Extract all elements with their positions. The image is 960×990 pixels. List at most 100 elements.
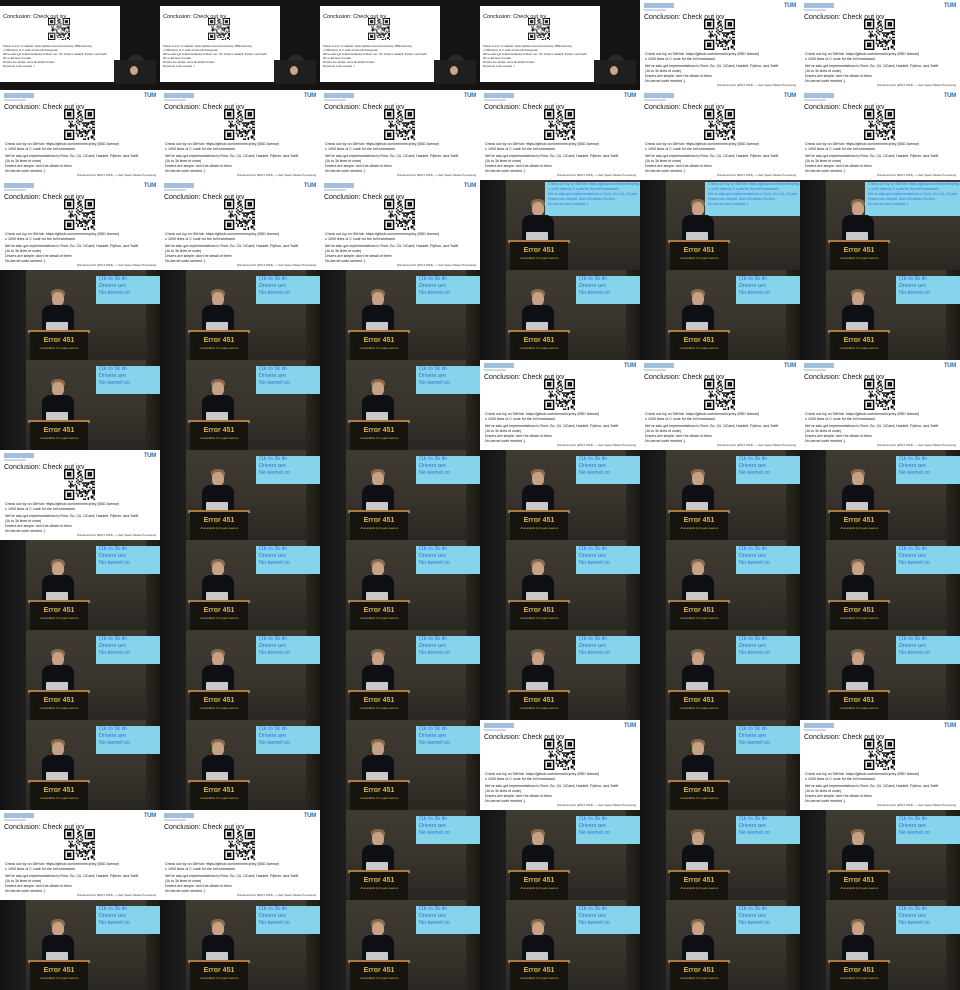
projection-screen: (1k to 3k lin Drivers are No kernel co bbox=[416, 726, 480, 754]
speaker-head bbox=[532, 292, 544, 306]
projection-screen: (1k to 3k lin Drivers are No kernel co bbox=[416, 906, 480, 934]
projection-screen: Check out ixy on GitHub: https://github.… bbox=[705, 182, 800, 216]
stage-frame: (1k to 3k lin Drivers are No kernel co E… bbox=[640, 810, 800, 900]
screen-line: (1k to 3k lin bbox=[579, 546, 608, 552]
screen-line: Drivers are bbox=[739, 733, 766, 739]
screen-line: No kernel co bbox=[99, 740, 130, 746]
slide-bullets: Check out ixy on GitHub: https://github.… bbox=[165, 232, 317, 264]
slide-inset: Conclusion: Check out ixy Check out ixy … bbox=[160, 6, 280, 82]
screen-line: (1k to 3k lin bbox=[899, 276, 928, 282]
tum-logo: TUM bbox=[943, 363, 956, 369]
screen-line: (1k to 3k lin bbox=[579, 456, 608, 462]
screen-line: No kernel co bbox=[419, 740, 450, 746]
speaker-head bbox=[532, 652, 544, 666]
screen-line: No kernel code needed :) bbox=[868, 202, 909, 206]
screen-line: (1k to 3k lin bbox=[419, 276, 448, 282]
screen-line: (1k to 3k lin bbox=[579, 636, 608, 642]
screen-line: No kernel co bbox=[259, 650, 290, 656]
podium-label: Error 451 bbox=[203, 967, 235, 974]
curtain bbox=[320, 720, 346, 810]
speaker-head bbox=[212, 742, 224, 756]
podium-sublabel: Unavailable for legal reasons bbox=[679, 796, 719, 800]
podium-sublabel: Unavailable for legal reasons bbox=[359, 886, 399, 890]
projection-screen: (1k to 3k lin Drivers are No kernel co bbox=[416, 456, 480, 484]
stage-frame: (1k to 3k lin Drivers are No kernel co E… bbox=[160, 900, 320, 990]
slide-frame: TUM Conclusion: Check out ixy Check out … bbox=[320, 90, 480, 180]
screen-line: (1k to 3k lin bbox=[419, 816, 448, 822]
curtain bbox=[480, 180, 506, 270]
screen-line: No kernel co bbox=[419, 650, 450, 656]
projection-screen: (1k to 3k lin Drivers are No kernel co bbox=[736, 276, 800, 304]
speaker-head bbox=[532, 472, 544, 486]
qr-code bbox=[864, 739, 895, 770]
podium-sublabel: Unavailable for legal reasons bbox=[199, 616, 239, 620]
university-logo bbox=[164, 93, 194, 101]
podium-label: Error 451 bbox=[683, 517, 715, 524]
screen-line: Drivers are bbox=[259, 643, 286, 649]
podium-label: Error 451 bbox=[363, 517, 395, 524]
university-logo bbox=[4, 453, 34, 461]
speaker-head bbox=[852, 652, 864, 666]
screen-line: (1k to 3k lin bbox=[739, 726, 768, 732]
stage-frame: (1k to 3k lin Drivers are No kernel co E… bbox=[800, 450, 960, 540]
podium-sublabel: Unavailable for legal reasons bbox=[679, 886, 719, 890]
inset-line: No kernel code needed :) bbox=[323, 64, 355, 68]
slide-footer: Paul Emmerich (ESCT 2018) — User Space P… bbox=[237, 263, 316, 267]
podium-sublabel: Unavailable for legal reasons bbox=[359, 706, 399, 710]
projection-screen: (1k to 3k lin Drivers are No kernel co bbox=[576, 456, 640, 484]
screen-line: (1k to 3k lin bbox=[419, 636, 448, 642]
podium-label: Error 451 bbox=[43, 967, 75, 974]
speaker-head bbox=[372, 382, 384, 396]
screen-line: (1k to 3k lin bbox=[739, 906, 768, 912]
screen-line: Drivers are bbox=[259, 733, 286, 739]
inset-lines: Check out ixy on GitHub: https://github.… bbox=[163, 44, 275, 68]
speaker-head bbox=[372, 292, 384, 306]
podium-label: Error 451 bbox=[43, 337, 75, 344]
podium-label: Error 451 bbox=[203, 607, 235, 614]
speaker-head bbox=[372, 472, 384, 486]
screen-line: Drivers are bbox=[899, 913, 926, 919]
inset-line: No kernel code needed :) bbox=[483, 64, 515, 68]
stage-frame-wide: Check out ixy on GitHub: https://github.… bbox=[480, 180, 640, 270]
podium-sublabel: Unavailable for legal reasons bbox=[359, 796, 399, 800]
stage-frame: (1k to 3k lin Drivers are No kernel co E… bbox=[640, 720, 800, 810]
slide-footer: Paul Emmerich (ESCT 2018) — User Space P… bbox=[557, 173, 636, 177]
projection-screen: (1k to 3k lin Drivers are No kernel co bbox=[96, 276, 160, 304]
stage-frame: (1k to 3k lin Drivers are No kernel co E… bbox=[0, 630, 160, 720]
projection-screen: (1k to 3k lin Drivers are No kernel co bbox=[896, 456, 960, 484]
screen-line: No kernel co bbox=[579, 470, 610, 476]
screen-line: (1k to 3k lin bbox=[99, 366, 128, 372]
university-logo bbox=[804, 93, 834, 101]
screen-line: No kernel code needed :) bbox=[548, 202, 589, 206]
screen-line: No kernel co bbox=[579, 830, 610, 836]
slide-bullets: Check out ixy on GitHub: https://github.… bbox=[805, 412, 957, 444]
screen-line: Drivers are bbox=[259, 553, 286, 559]
slide-frame: TUM Conclusion: Check out ixy Check out … bbox=[800, 720, 960, 810]
stage-frame: (1k to 3k lin Drivers are No kernel co E… bbox=[0, 720, 160, 810]
qr-code bbox=[224, 199, 255, 230]
screen-line: Drivers are bbox=[99, 283, 126, 289]
university-logo bbox=[4, 183, 34, 191]
podium-sublabel: Unavailable for legal reasons bbox=[679, 256, 719, 260]
projection-screen: Check out ixy on GitHub: https://github.… bbox=[865, 182, 960, 216]
slide-footer: Paul Emmerich (ESCT 2018) — User Space P… bbox=[77, 173, 156, 177]
screen-line: No kernel co bbox=[99, 290, 130, 296]
stage-frame: (1k to 3k lin Drivers are No kernel co E… bbox=[160, 540, 320, 630]
screen-line: (1k to 3k lin bbox=[259, 906, 288, 912]
podium-label: Error 451 bbox=[203, 427, 235, 434]
slide-bullets: Check out ixy on GitHub: https://github.… bbox=[325, 232, 477, 264]
screen-line: No kernel co bbox=[739, 650, 770, 656]
screen-line: Drivers are bbox=[899, 283, 926, 289]
curtain bbox=[480, 450, 506, 540]
slide-frame: TUM Conclusion: Check out ixy Check out … bbox=[800, 0, 960, 90]
projection-screen: (1k to 3k lin Drivers are No kernel co bbox=[896, 546, 960, 574]
screen-line: Drivers are bbox=[99, 373, 126, 379]
projection-screen: (1k to 3k lin Drivers are No kernel co bbox=[576, 546, 640, 574]
slide-frame: TUM Conclusion: Check out ixy Check out … bbox=[160, 810, 320, 900]
curtain bbox=[0, 630, 26, 720]
qr-code bbox=[384, 199, 415, 230]
tum-logo: TUM bbox=[143, 813, 156, 819]
qr-code bbox=[528, 18, 550, 40]
qr-code bbox=[544, 739, 575, 770]
stage-frame: (1k to 3k lin Drivers are No kernel co E… bbox=[160, 630, 320, 720]
